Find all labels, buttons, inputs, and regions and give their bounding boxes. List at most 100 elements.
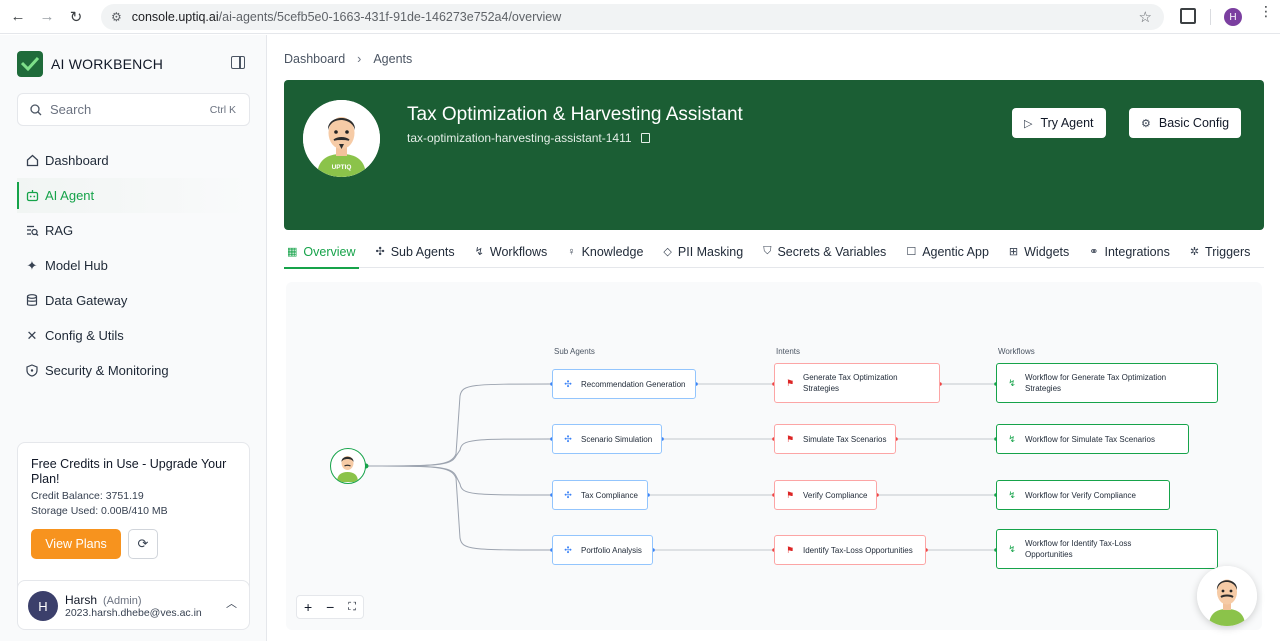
search-input[interactable]: Search Ctrl K	[17, 93, 250, 126]
breadcrumb-agents[interactable]: Agents	[373, 52, 412, 66]
bulb-icon: ♀	[567, 245, 576, 258]
brand[interactable]: AI WORKBENCH	[17, 51, 163, 77]
sub-agent-node[interactable]: ✣ Recommendation Generation	[552, 369, 696, 399]
sub-agent-node[interactable]: ✣ Scenario Simulation	[552, 424, 662, 454]
forward-icon[interactable]: →	[36, 6, 58, 28]
sidebar-item-security-monitoring[interactable]: Security & Monitoring	[17, 353, 250, 388]
intent-node[interactable]: ⚑ Identify Tax-Loss Opportunities	[774, 535, 926, 565]
intent-node[interactable]: ⚑ Simulate Tax Scenarios	[774, 424, 896, 454]
eraser-icon: ◇	[663, 246, 672, 258]
node-label: Portfolio Analysis	[581, 545, 642, 555]
tab-agentic-app[interactable]: ☐ Agentic App	[903, 236, 992, 268]
site-info-icon[interactable]: ⚙	[111, 10, 122, 24]
zoom-in-icon[interactable]: +	[304, 599, 312, 615]
sidebar-item-label: Data Gateway	[45, 293, 128, 308]
search-shortcut: Ctrl K	[209, 104, 236, 116]
workflow-icon: ↯	[1008, 543, 1016, 554]
extensions-icon[interactable]	[1180, 8, 1196, 24]
copy-icon[interactable]	[640, 133, 650, 143]
tab-triggers[interactable]: ✲ Triggers	[1187, 236, 1254, 268]
bookmark-star-icon[interactable]: ☆	[1139, 8, 1152, 26]
storage-used: Storage Used: 0.00B/410 MB	[31, 505, 168, 517]
fit-view-icon[interactable]: ⛶	[348, 601, 356, 614]
search-placeholder: Search	[50, 102, 92, 117]
avatar: H	[28, 591, 58, 621]
search-icon	[30, 103, 42, 115]
back-icon[interactable]: ←	[7, 6, 29, 28]
workflow-icon: ↯	[1008, 489, 1016, 500]
flag-icon: ⚑	[785, 377, 795, 388]
chevron-up-icon[interactable]: ︿	[226, 595, 237, 611]
tab-overview[interactable]: ▦ Overview	[284, 236, 359, 269]
intent-node[interactable]: ⚑ Generate Tax Optimization Strategies	[774, 363, 940, 403]
node-label: Identify Tax-Loss Opportunities	[803, 545, 913, 555]
agents-icon: ✣	[564, 433, 572, 444]
basic-config-button[interactable]: ⚙ Basic Config	[1129, 108, 1242, 138]
tab-pii-masking[interactable]: ◇ PII Masking	[660, 236, 746, 268]
node-label: Recommendation Generation	[581, 379, 686, 389]
sidebar: AI WORKBENCH Search Ctrl K Dashboard AI …	[0, 35, 267, 641]
zoom-controls: + − ⛶	[296, 595, 364, 619]
chevron-right-icon: ›	[357, 52, 362, 66]
agent-avatar-badge: UPTIQ	[332, 164, 352, 171]
agents-icon: ✣	[564, 544, 572, 555]
tab-label: Knowledge	[581, 244, 644, 259]
browser-menu-icon[interactable]: ⋮	[1259, 4, 1273, 18]
agents-icon: ✣	[375, 246, 385, 258]
flow-canvas[interactable]: Sub Agents Intents Workflows ✣ Recommenda…	[286, 282, 1262, 630]
toolbar-divider	[1210, 9, 1211, 25]
flow-edges	[363, 382, 998, 552]
agent-avatar: UPTIQ	[303, 100, 380, 177]
tab-integrations[interactable]: ⚭ Integrations	[1086, 236, 1173, 268]
shield-icon: ⛉	[763, 245, 772, 257]
workflow-node[interactable]: ↯ Workflow for Simulate Tax Scenarios	[996, 424, 1189, 454]
sidebar-item-dashboard[interactable]: Dashboard	[17, 143, 250, 178]
sub-agent-node[interactable]: ✣ Tax Compliance	[552, 480, 648, 510]
rag-icon	[25, 224, 39, 238]
workflow-node[interactable]: ↯ Workflow for Verify Compliance	[996, 480, 1170, 510]
sidebar-item-label: RAG	[45, 223, 74, 238]
sidebar-item-label: Config & Utils	[45, 328, 124, 343]
refresh-icon: ⟳	[137, 536, 149, 551]
workflow-icon: ↯	[1008, 433, 1016, 444]
tab-secrets-variables[interactable]: ⛉ Secrets & Variables	[760, 236, 889, 268]
refresh-credits-button[interactable]: ⟳	[128, 529, 158, 559]
zoom-out-icon[interactable]: −	[326, 599, 334, 615]
sidebar-item-data-gateway[interactable]: Data Gateway	[17, 283, 250, 318]
view-plans-button[interactable]: View Plans	[31, 529, 121, 559]
sub-agent-node[interactable]: ✣ Portfolio Analysis	[552, 535, 653, 565]
sidebar-item-rag[interactable]: RAG	[17, 213, 250, 248]
tab-workflows[interactable]: ↯ Workflows	[472, 236, 551, 268]
tab-knowledge[interactable]: ♀ Knowledge	[564, 236, 646, 268]
node-label: Simulate Tax Scenarios	[803, 434, 887, 444]
user-name-row: Harsh (Admin)	[65, 593, 142, 607]
node-label: Workflow for Verify Compliance	[1025, 490, 1136, 500]
sidebar-collapse-icon[interactable]	[231, 56, 245, 69]
reload-icon[interactable]: ↻	[65, 6, 87, 28]
user-email: 2023.harsh.dhebe@ves.ac.in	[65, 607, 202, 619]
breadcrumb-dashboard[interactable]: Dashboard	[284, 52, 345, 66]
tab-label: Sub Agents	[390, 244, 455, 259]
assistant-launcher[interactable]	[1197, 566, 1257, 626]
root-agent-node[interactable]	[330, 448, 366, 484]
address-bar[interactable]: ⚙ console.uptiq.ai/ai-agents/5cefb5e0-16…	[101, 4, 1164, 30]
tab-sub-agents[interactable]: ✣ Sub Agents	[373, 236, 458, 268]
sidebar-item-label: AI Agent	[45, 188, 95, 203]
sidebar-item-ai-agent[interactable]: AI Agent	[17, 178, 250, 213]
tab-widgets[interactable]: ⊞ Widgets	[1006, 236, 1072, 268]
credits-title: Free Credits in Use - Upgrade Your Plan!	[31, 457, 227, 486]
sidebar-item-config-utils[interactable]: ✕ Config & Utils	[17, 318, 250, 353]
sidebar-item-label: Dashboard	[45, 153, 109, 168]
flag-icon: ⚑	[785, 544, 795, 555]
workflow-node[interactable]: ↯ Workflow for Generate Tax Optimization …	[996, 363, 1218, 403]
intent-node[interactable]: ⚑ Verify Compliance	[774, 480, 877, 510]
try-agent-button[interactable]: ▷ Try Agent	[1012, 108, 1106, 138]
trigger-icon: ✲	[1189, 246, 1200, 258]
user-card[interactable]: H Harsh (Admin) 2023.harsh.dhebe@ves.ac.i…	[17, 580, 250, 630]
column-header-workflows: Workflows	[998, 347, 1035, 356]
node-label: Tax Compliance	[581, 490, 638, 500]
sidebar-item-model-hub[interactable]: ✦ Model Hub	[17, 248, 250, 283]
node-label: Verify Compliance	[803, 490, 868, 500]
profile-avatar[interactable]: H	[1224, 8, 1242, 26]
workflow-node[interactable]: ↯ Workflow for Identify Tax-Loss Opportun…	[996, 529, 1218, 569]
